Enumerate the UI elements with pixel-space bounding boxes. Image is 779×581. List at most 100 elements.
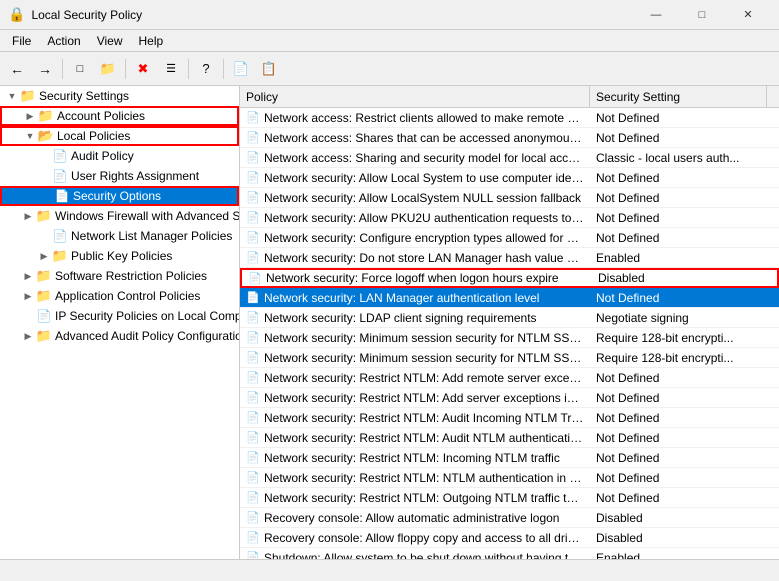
tree-label-security-options: Security Options bbox=[73, 189, 161, 203]
tree-item-network-policies[interactable]: 📄 Network List Manager Policies bbox=[0, 226, 239, 246]
tree-item-local-policies[interactable]: ▼ 📂 Local Policies bbox=[0, 126, 239, 146]
tree-item-advanced-audit[interactable]: ▶ 📁 Advanced Audit Policy Configuration bbox=[0, 326, 239, 346]
list-row[interactable]: 📄Network access: Shares that can be acce… bbox=[240, 128, 779, 148]
policy-label: Network security: Allow LocalSystem NULL… bbox=[264, 191, 581, 205]
toolbar-separator-3 bbox=[188, 59, 189, 79]
doc-icon-security-options: 📄 bbox=[54, 188, 70, 204]
tree-item-app-control[interactable]: ▶ 📁 Application Control Policies bbox=[0, 286, 239, 306]
list-row[interactable]: 📄Network security: Configure encryption … bbox=[240, 228, 779, 248]
forward-button[interactable]: → bbox=[32, 56, 58, 82]
header-setting[interactable]: Security Setting bbox=[590, 86, 767, 107]
list-row[interactable]: 📄Network security: Allow PKU2U authentic… bbox=[240, 208, 779, 228]
policy-label: Network access: Shares that can be acces… bbox=[264, 131, 584, 145]
policy-icon: 📄 bbox=[246, 291, 260, 305]
list-row[interactable]: 📄Network security: Restrict NTLM: Audit … bbox=[240, 428, 779, 448]
expander-advanced-audit[interactable]: ▶ bbox=[20, 328, 36, 344]
list-row[interactable]: 📄Network access: Restrict clients allowe… bbox=[240, 108, 779, 128]
expander-security-options bbox=[38, 188, 54, 204]
list-row[interactable]: 📄Network security: LAN Manager authentic… bbox=[240, 288, 779, 308]
policy-label: Shutdown: Allow system to be shut down w… bbox=[264, 551, 584, 560]
folder-icon-advanced-audit: 📁 bbox=[36, 328, 52, 344]
policy-cell: 📄Network security: Restrict NTLM: Audit … bbox=[240, 431, 590, 445]
delete-button[interactable]: ✖ bbox=[130, 56, 156, 82]
tree-item-security-options[interactable]: 📄 Security Options bbox=[0, 186, 239, 206]
properties-button[interactable]: ☰ bbox=[158, 56, 184, 82]
policy-icon: 📄 bbox=[246, 551, 260, 560]
policy-cell: 📄Network security: Allow Local System to… bbox=[240, 171, 590, 185]
tree-item-audit-policy[interactable]: 📄 Audit Policy bbox=[0, 146, 239, 166]
export2-button[interactable]: 📋 bbox=[256, 56, 282, 82]
menu-view[interactable]: View bbox=[89, 32, 131, 50]
policy-cell: 📄Network security: Restrict NTLM: Add re… bbox=[240, 371, 590, 385]
list-row[interactable]: 📄Recovery console: Allow floppy copy and… bbox=[240, 528, 779, 548]
list-row[interactable]: 📄 Shutdown: Allow system to be shut down … bbox=[240, 548, 779, 559]
help-button[interactable]: ? bbox=[193, 56, 219, 82]
policy-icon: 📄 bbox=[246, 471, 260, 485]
list-row[interactable]: 📄Network security: Force logoff when log… bbox=[240, 268, 779, 288]
tree-item-windows-firewall[interactable]: ▶ 📁 Windows Firewall with Advanced Secu.… bbox=[0, 206, 239, 226]
list-row[interactable]: 📄Network security: Minimum session secur… bbox=[240, 348, 779, 368]
policy-icon: 📄 bbox=[246, 411, 260, 425]
expander-local-policies[interactable]: ▼ bbox=[22, 128, 38, 144]
list-row[interactable]: 📄Network security: Minimum session secur… bbox=[240, 328, 779, 348]
menu-action[interactable]: Action bbox=[39, 32, 88, 50]
expander-public-key[interactable]: ▶ bbox=[36, 248, 52, 264]
list-row[interactable]: 📄Network security: LDAP client signing r… bbox=[240, 308, 779, 328]
back-button[interactable]: ← bbox=[4, 56, 30, 82]
tree-item-public-key[interactable]: ▶ 📁 Public Key Policies bbox=[0, 246, 239, 266]
policy-label: Recovery console: Allow floppy copy and … bbox=[264, 531, 584, 545]
expander-network-policies bbox=[36, 228, 52, 244]
expander-windows-firewall[interactable]: ▶ bbox=[20, 208, 36, 224]
list-row[interactable]: 📄Recovery console: Allow automatic admin… bbox=[240, 508, 779, 528]
expander-software-restriction[interactable]: ▶ bbox=[20, 268, 36, 284]
toolbar-icon-folder[interactable]: 📁 bbox=[95, 56, 121, 82]
main-content: ▼ 📁 Security Settings ▶ 📁 Account Polici… bbox=[0, 86, 779, 559]
policy-cell: 📄 Shutdown: Allow system to be shut down … bbox=[240, 551, 590, 560]
policy-cell: 📄Network security: Do not store LAN Mana… bbox=[240, 251, 590, 265]
list-row[interactable]: 📄Network access: Sharing and security mo… bbox=[240, 148, 779, 168]
policy-cell: 📄Recovery console: Allow automatic admin… bbox=[240, 511, 590, 525]
tree-item-security-settings[interactable]: ▼ 📁 Security Settings bbox=[0, 86, 239, 106]
policy-label: Network security: Restrict NTLM: NTLM au… bbox=[264, 471, 584, 485]
setting-cell: Classic - local users auth... bbox=[590, 151, 779, 165]
list-row[interactable]: 📄Network security: Restrict NTLM: Add se… bbox=[240, 388, 779, 408]
list-row[interactable]: 📄Network security: Allow LocalSystem NUL… bbox=[240, 188, 779, 208]
list-row[interactable]: 📄Network security: Restrict NTLM: Outgoi… bbox=[240, 488, 779, 508]
menu-file[interactable]: File bbox=[4, 32, 39, 50]
list-row[interactable]: 📄Network security: Restrict NTLM: Add re… bbox=[240, 368, 779, 388]
tree-item-user-rights[interactable]: 📄 User Rights Assignment bbox=[0, 166, 239, 186]
minimize-button[interactable]: — bbox=[633, 0, 679, 30]
list-row[interactable]: 📄Network security: Restrict NTLM: Incomi… bbox=[240, 448, 779, 468]
list-row[interactable]: 📄Network security: Allow Local System to… bbox=[240, 168, 779, 188]
doc-icon-ip-security: 📄 bbox=[36, 308, 52, 324]
list-row[interactable]: 📄 Network security: Restrict NTLM: NTLM a… bbox=[240, 468, 779, 488]
tree-item-ip-security[interactable]: 📄 IP Security Policies on Local Compute.… bbox=[0, 306, 239, 326]
maximize-button[interactable]: □ bbox=[679, 0, 725, 30]
setting-cell: Disabled bbox=[590, 511, 779, 525]
export-button[interactable]: 📄 bbox=[228, 56, 254, 82]
list-row[interactable]: 📄Network security: Restrict NTLM: Audit … bbox=[240, 408, 779, 428]
close-button[interactable]: ✕ bbox=[725, 0, 771, 30]
list-row[interactable]: 📄Network security: Do not store LAN Mana… bbox=[240, 248, 779, 268]
policy-cell: 📄 Network security: Restrict NTLM: NTLM a… bbox=[240, 471, 590, 485]
folder-icon-windows-firewall: 📁 bbox=[36, 208, 52, 224]
expander-security-settings[interactable]: ▼ bbox=[4, 88, 20, 104]
right-panel: Policy Security Setting 📄Network access:… bbox=[240, 86, 779, 559]
show-hide-button[interactable]: □ bbox=[67, 56, 93, 82]
setting-cell: Not Defined bbox=[590, 131, 779, 145]
tree-label-ip-security: IP Security Policies on Local Compute... bbox=[55, 309, 240, 323]
expander-account-policies[interactable]: ▶ bbox=[22, 108, 38, 124]
tree-label-public-key: Public Key Policies bbox=[71, 249, 172, 263]
policy-cell: 📄Network security: Minimum session secur… bbox=[240, 331, 590, 345]
menu-help[interactable]: Help bbox=[131, 32, 172, 50]
expander-app-control[interactable]: ▶ bbox=[20, 288, 36, 304]
toolbar-separator-2 bbox=[125, 59, 126, 79]
policy-label: Network security: Do not store LAN Manag… bbox=[264, 251, 584, 265]
policy-cell: 📄Network security: LDAP client signing r… bbox=[240, 311, 590, 325]
folder-icon-public-key: 📁 bbox=[52, 248, 68, 264]
app-icon: 🔒 bbox=[8, 6, 25, 23]
header-policy[interactable]: Policy bbox=[240, 86, 590, 107]
tree-item-software-restriction[interactable]: ▶ 📁 Software Restriction Policies bbox=[0, 266, 239, 286]
tree-item-account-policies[interactable]: ▶ 📁 Account Policies bbox=[0, 106, 239, 126]
policy-cell: 📄Network security: Configure encryption … bbox=[240, 231, 590, 245]
